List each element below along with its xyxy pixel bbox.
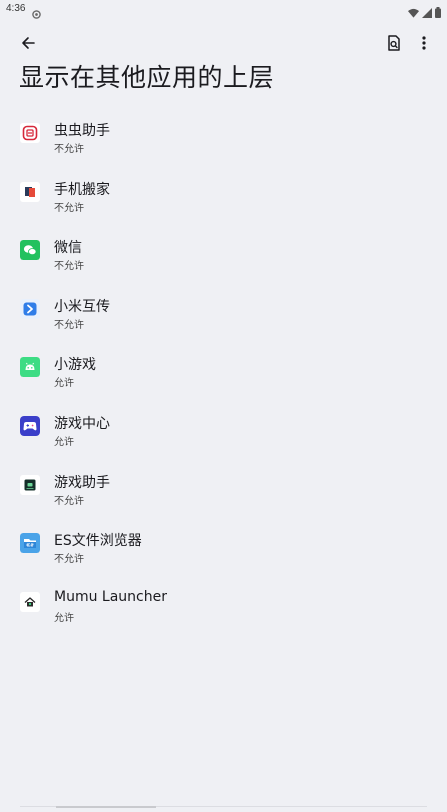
permission-status: 不允许 xyxy=(54,319,84,331)
app-name: 小游戏 xyxy=(54,357,96,374)
status-bar: 4:36 xyxy=(0,0,447,20)
list-item-phone-transfer[interactable]: 手机搬家 不允许 xyxy=(0,165,447,224)
page-title: 显示在其他应用的上层 xyxy=(19,63,275,92)
gamepad-app-icon xyxy=(20,415,40,436)
permission-status: 允许 xyxy=(54,378,74,390)
wifi-icon xyxy=(408,3,419,22)
permission-status: 不允许 xyxy=(54,144,84,155)
app-name: 小米互传 xyxy=(54,298,110,315)
more-options-button[interactable] xyxy=(411,30,437,56)
app-name: ES文件浏览器 xyxy=(54,533,142,550)
back-button[interactable] xyxy=(15,30,41,56)
list-item-wechat[interactable]: 微信 不允许 xyxy=(0,223,447,282)
more-vert-icon xyxy=(422,36,426,50)
list-item-game-assistant[interactable]: 游戏助手 不允许 xyxy=(0,458,447,517)
app-bar xyxy=(0,26,447,60)
list-item-mumu-launcher[interactable]: Mumu Launcher 允许 xyxy=(0,575,447,634)
app-name: 手机搬家 xyxy=(54,181,110,198)
android-app-icon xyxy=(20,357,40,378)
mumu-launcher-app-icon xyxy=(20,591,40,612)
notification-icon xyxy=(32,4,41,23)
battery-icon xyxy=(435,3,441,22)
app-name: 游戏助手 xyxy=(54,474,110,491)
permission-status: 允许 xyxy=(54,436,74,448)
list-item-es-file-explorer[interactable]: ES文件浏览器 不允许 xyxy=(0,516,447,575)
search-settings-button[interactable] xyxy=(381,30,407,56)
app-name: 虫虫助手 xyxy=(54,123,110,139)
cellular-signal-icon xyxy=(422,3,432,22)
permission-status: 不允许 xyxy=(54,554,84,566)
chongchong-app-icon xyxy=(20,123,40,143)
list-item-chongchong[interactable]: 虫虫助手 不允许 xyxy=(0,106,447,165)
app-name: Mumu Launcher xyxy=(54,588,167,605)
game-assistant-app-icon xyxy=(20,474,40,495)
wechat-app-icon xyxy=(20,240,40,261)
status-time: 4:36 xyxy=(6,3,26,14)
permission-status: 允许 xyxy=(54,612,74,624)
es-file-explorer-app-icon xyxy=(20,533,40,554)
mi-share-app-icon xyxy=(20,298,40,319)
permission-status: 不允许 xyxy=(54,261,84,273)
phone-transfer-app-icon xyxy=(20,181,40,202)
app-name: 微信 xyxy=(54,240,82,257)
status-icons xyxy=(408,3,441,22)
permission-status: 不允许 xyxy=(54,202,84,214)
list-item-mi-share[interactable]: 小米互传 不允许 xyxy=(0,282,447,341)
page-search-icon xyxy=(388,35,400,51)
app-name: 游戏中心 xyxy=(54,415,110,432)
list-item-mini-games[interactable]: 小游戏 允许 xyxy=(0,340,447,399)
arrow-back-icon xyxy=(22,37,35,49)
permission-status: 不允许 xyxy=(54,495,84,507)
app-list: 虫虫助手 不允许 手机搬家 不允许 微信 不允许 小米互传 不允许 小游戏 允许… xyxy=(0,106,447,633)
list-item-game-center[interactable]: 游戏中心 允许 xyxy=(0,399,447,458)
